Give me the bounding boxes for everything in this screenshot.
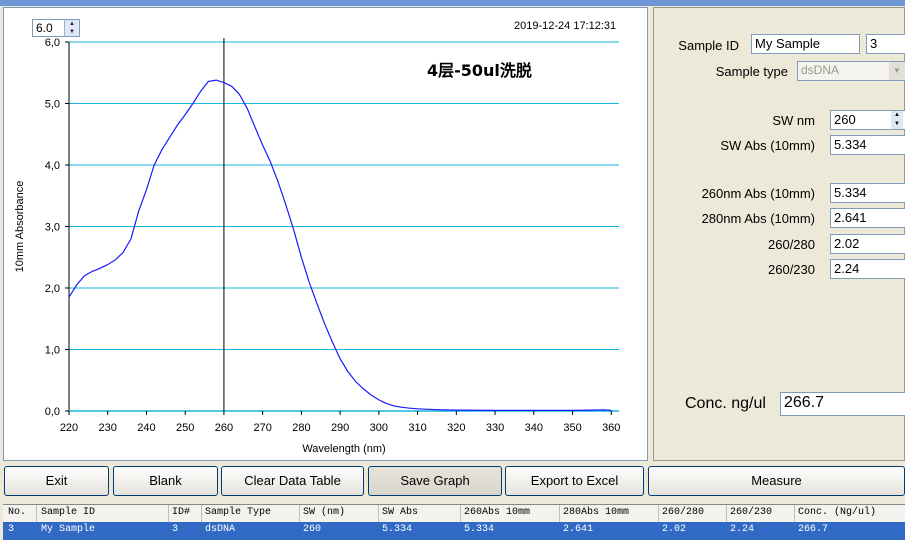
sw-nm-label: SW nm: [772, 113, 815, 128]
col-header-260-280: 260/280: [662, 507, 705, 518]
chevron-down-icon[interactable]: ▼: [889, 62, 905, 80]
sample-type-select[interactable]: dsDNA ▼: [797, 61, 905, 81]
col-header-id-num: ID#: [172, 507, 191, 518]
ratio-260-280-field: 2.02: [830, 234, 905, 254]
conc-field: 266.7: [780, 392, 905, 416]
data-table-header: No. Sample ID ID# Sample Type SW (nm) SW…: [3, 504, 905, 524]
x-tick-label: 270: [253, 422, 271, 434]
col-header-sample-type: Sample Type: [205, 507, 272, 518]
x-tick-label: 310: [408, 422, 426, 434]
ratio-260-230-field: 2.24: [830, 259, 905, 279]
x-tick-label: 320: [447, 422, 465, 434]
y-tick-label: 4,0: [45, 160, 60, 172]
cell-260abs: 5.334: [464, 524, 495, 535]
table-row[interactable]: 3 My Sample 3 dsDNA 260 5.334 5.334 2.64…: [3, 522, 905, 540]
window-top-strip: [0, 0, 905, 6]
cell-260-280: 2.02: [662, 524, 687, 535]
sample-id-label: Sample ID: [678, 38, 739, 53]
x-tick-label: 280: [292, 422, 310, 434]
x-tick-label: 250: [176, 422, 194, 434]
abs260-field: 5.334: [830, 183, 905, 203]
cell-sample-id: My Sample: [41, 524, 96, 535]
x-tick-label: 350: [563, 422, 581, 434]
blank-button[interactable]: Blank: [113, 466, 218, 496]
cell-no: 3: [8, 524, 15, 535]
x-tick-label: 220: [60, 422, 78, 434]
x-tick-label: 260: [215, 422, 233, 434]
cell-sw-nm: 260: [303, 524, 322, 535]
ratio-260-280-label: 260/280: [768, 237, 815, 252]
y-tick-label: 3,0: [45, 222, 60, 234]
ratio-260-230-label: 260/230: [768, 262, 815, 277]
cell-260-230: 2.24: [730, 524, 755, 535]
cell-sample-type: dsDNA: [205, 524, 236, 535]
cell-280abs: 2.641: [563, 524, 594, 535]
sw-nm-spinner-icon[interactable]: ▲ ▼: [891, 111, 903, 129]
y-tick-label: 5,0: [45, 99, 60, 111]
chart-annotation: 4层-50ul洗脱: [427, 61, 532, 80]
id-number-field[interactable]: 3: [866, 34, 905, 54]
sw-nm-value: 260: [834, 112, 856, 127]
sample-type-value: dsDNA: [801, 63, 840, 77]
x-tick-label: 360: [602, 422, 620, 434]
col-header-260-230: 260/230: [730, 507, 773, 518]
y-tick-label: 0,0: [45, 406, 60, 418]
x-tick-label: 240: [137, 422, 155, 434]
col-header-conc: Conc. (Ng/ul): [798, 507, 877, 518]
conc-label: Conc. ng/ul: [685, 395, 766, 412]
cell-id-num: 3: [172, 524, 179, 535]
col-header-sw-abs: SW Abs: [382, 507, 419, 518]
x-tick-label: 290: [331, 422, 349, 434]
y-tick-label: 2,0: [45, 283, 60, 295]
y-tick-label: 1,0: [45, 345, 60, 357]
y-tick-label: 6,0: [45, 37, 60, 49]
sw-abs-field: 5.334: [830, 135, 905, 155]
x-tick-label: 340: [525, 422, 543, 434]
series-absorbance-curve: [68, 79, 612, 411]
abs260-label: 260nm Abs (10mm): [701, 186, 815, 201]
exit-button[interactable]: Exit: [4, 466, 109, 496]
col-header-280abs: 280Abs 10mm: [563, 507, 630, 518]
sample-id-field[interactable]: My Sample: [751, 34, 860, 54]
col-header-no: No.: [8, 507, 27, 518]
measure-button[interactable]: Measure: [648, 466, 905, 496]
absorbance-chart: 0,0 1,0 2,0 3,0 4,0 5,0 6,0 220 230 240 250 260 270 2…: [14, 37, 620, 455]
clear-data-table-button[interactable]: Clear Data Table: [221, 466, 364, 496]
col-header-sw-nm: SW (nm): [303, 507, 346, 518]
cell-sw-abs: 5.334: [382, 524, 413, 535]
sw-abs-label: SW Abs (10mm): [720, 138, 815, 153]
export-to-excel-button[interactable]: Export to Excel: [505, 466, 644, 496]
sw-nm-input[interactable]: 260 ▲ ▼: [830, 110, 905, 130]
x-tick-label: 330: [486, 422, 504, 434]
save-graph-button[interactable]: Save Graph: [368, 466, 502, 496]
abs280-field: 2.641: [830, 208, 905, 228]
x-axis-label: Wavelength (nm): [302, 443, 385, 455]
abs280-label: 280nm Abs (10mm): [701, 211, 815, 226]
col-header-sample-id: Sample ID: [41, 507, 96, 518]
sample-type-label: Sample type: [715, 64, 788, 79]
chart-panel: 6.0 ▲ ▼ 2019-12-24 17:12:31 0,0 1,0 2,0 3,0 4…: [3, 7, 648, 461]
x-tick-label: 300: [370, 422, 388, 434]
sample-info-panel: Sample ID My Sample 3 Sample type dsDNA …: [653, 7, 905, 461]
cell-conc: 266.7: [798, 524, 829, 535]
x-tick-label: 230: [99, 422, 117, 434]
y-axis-label: 10mm Absorbance: [14, 181, 26, 273]
col-header-260abs: 260Abs 10mm: [464, 507, 531, 518]
